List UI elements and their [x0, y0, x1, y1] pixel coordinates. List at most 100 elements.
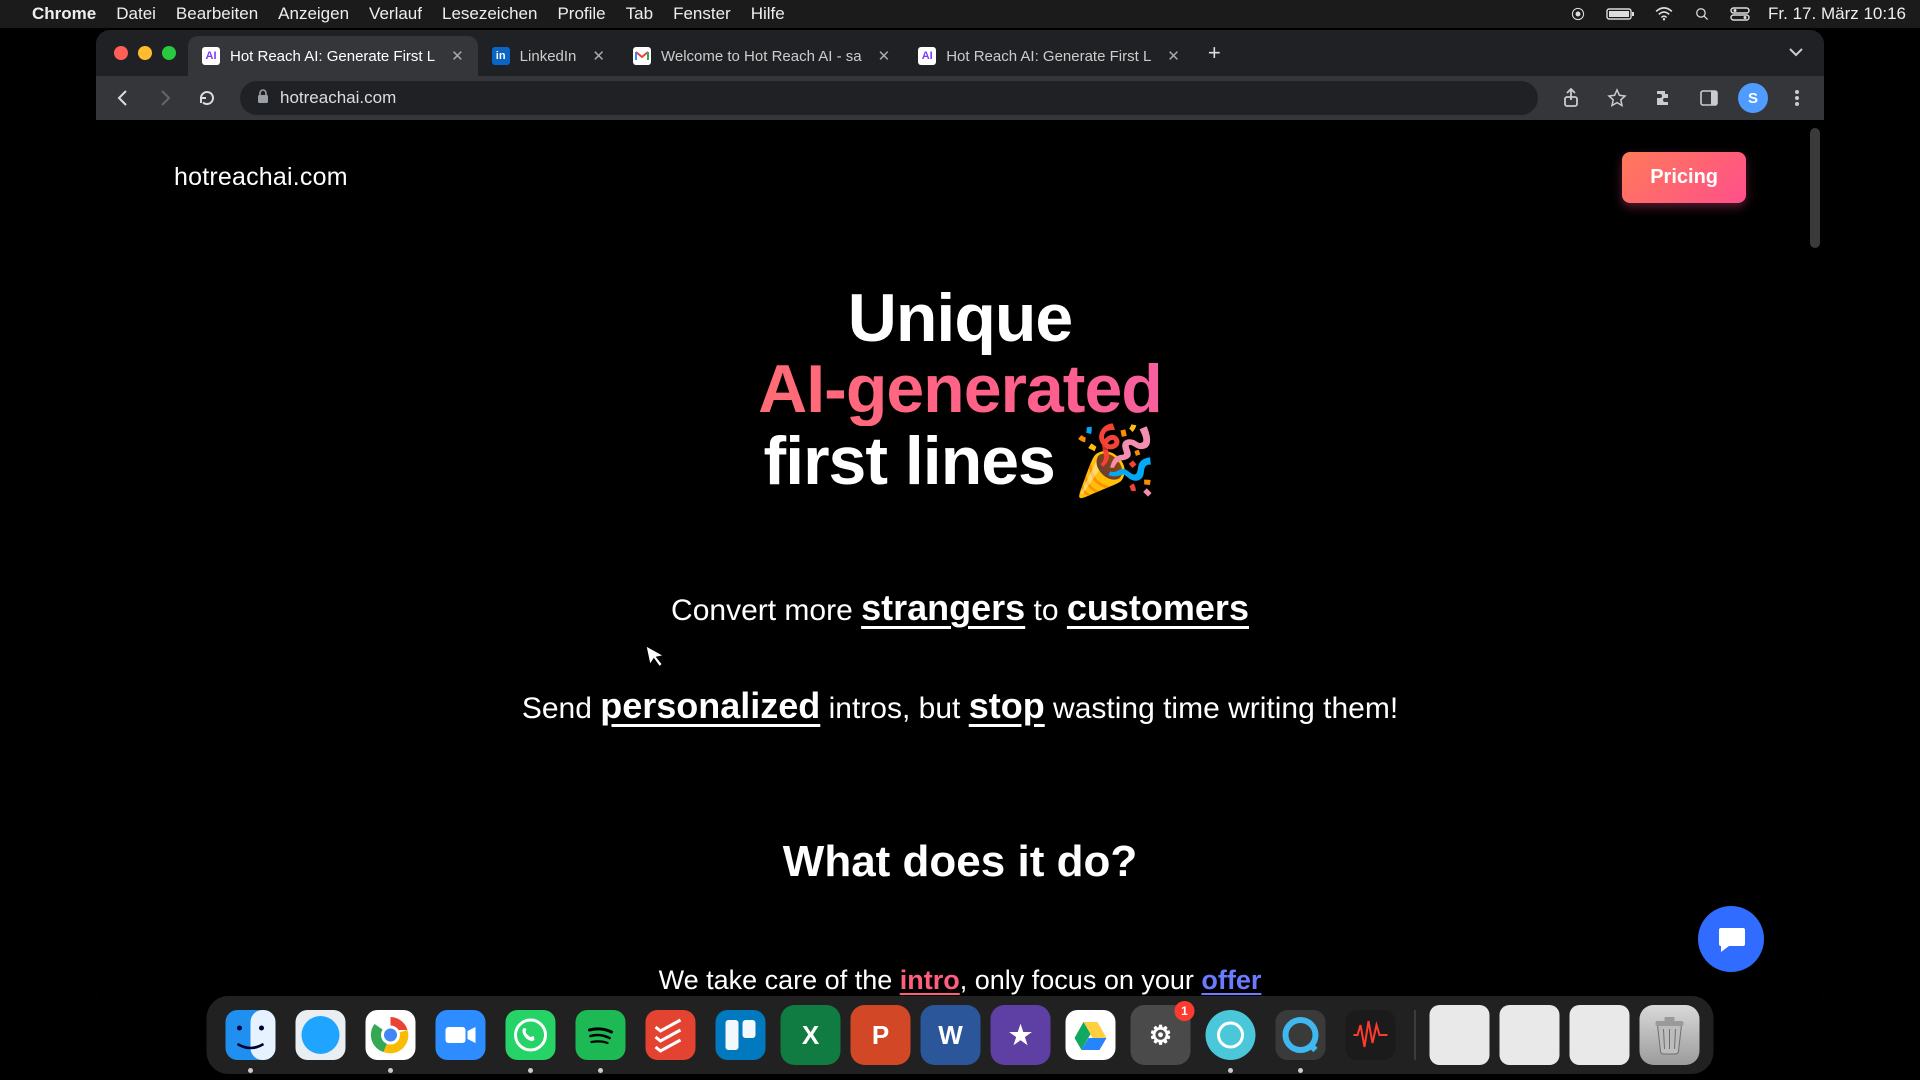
hero-line-1: Unique: [96, 283, 1824, 354]
dock-app-powerpoint[interactable]: P: [851, 1005, 911, 1065]
dock-app-imovie[interactable]: ★: [991, 1005, 1051, 1065]
dock-app-chrome[interactable]: [361, 1005, 421, 1065]
dock-app-spotify[interactable]: [571, 1005, 631, 1065]
browser-tab[interactable]: AI Hot Reach AI: Generate First L ✕: [904, 36, 1194, 76]
dock-app-voicememos[interactable]: [1341, 1005, 1401, 1065]
tab-favicon: AI: [918, 47, 936, 65]
search-icon[interactable]: [1692, 7, 1712, 21]
brand-logo-text[interactable]: hotreachai.com: [174, 163, 348, 192]
trash-icon[interactable]: [1640, 1005, 1700, 1065]
dock-app-word[interactable]: W: [921, 1005, 981, 1065]
running-indicator: [528, 1068, 533, 1073]
menubar-app-name[interactable]: Chrome: [32, 4, 96, 24]
minimize-window-button[interactable]: [138, 46, 152, 60]
share-button[interactable]: [1554, 81, 1588, 115]
menubar-item[interactable]: Fenster: [673, 4, 731, 24]
profile-avatar[interactable]: S: [1738, 83, 1768, 113]
extensions-button[interactable]: [1646, 81, 1680, 115]
close-tab-button[interactable]: ✕: [451, 47, 464, 65]
link-intro[interactable]: intro: [900, 965, 960, 995]
link-offer[interactable]: offer: [1201, 965, 1261, 995]
macos-menubar: Chrome Datei Bearbeiten Anzeigen Verlauf…: [0, 0, 1920, 28]
dock-app-excel[interactable]: X: [781, 1005, 841, 1065]
running-indicator: [1298, 1068, 1303, 1073]
sidepanel-button[interactable]: [1692, 81, 1726, 115]
browser-toolbar: hotreachai.com S: [96, 76, 1824, 120]
macos-dock: XPW★ ⚙1: [207, 996, 1714, 1074]
dock-app-settings[interactable]: ⚙1: [1131, 1005, 1191, 1065]
tabstrip: AI Hot Reach AI: Generate First L ✕ in Linke…: [96, 30, 1824, 76]
dock-minimized-window[interactable]: [1500, 1005, 1560, 1065]
tab-title: Hot Reach AI: Generate First L: [946, 48, 1151, 65]
running-indicator: [1228, 1068, 1233, 1073]
hero-line-3: first lines 🎉: [96, 426, 1824, 497]
mouse-cursor: [645, 641, 669, 676]
close-tab-button[interactable]: ✕: [1167, 47, 1180, 65]
dock-app-app-circle[interactable]: [1201, 1005, 1261, 1065]
dock-app-whatsapp[interactable]: [501, 1005, 561, 1065]
vertical-scrollbar[interactable]: [1810, 128, 1820, 248]
site-header: hotreachai.com Pricing: [96, 120, 1824, 203]
wifi-icon[interactable]: [1654, 7, 1674, 21]
pricing-button[interactable]: Pricing: [1622, 152, 1746, 203]
dock-app-trello[interactable]: [711, 1005, 771, 1065]
chrome-menu-button[interactable]: [1780, 81, 1814, 115]
dock-separator: [1415, 1010, 1416, 1060]
screenrecord-icon[interactable]: [1568, 7, 1588, 21]
back-button[interactable]: [106, 81, 140, 115]
omnibox[interactable]: hotreachai.com: [240, 81, 1538, 115]
menubar-item[interactable]: Lesezeichen: [442, 4, 537, 24]
chrome-window: AI Hot Reach AI: Generate First L ✕ in Linke…: [96, 30, 1824, 1008]
menubar-item[interactable]: Anzeigen: [278, 4, 349, 24]
tab-favicon: in: [492, 47, 510, 65]
battery-icon[interactable]: [1606, 7, 1636, 21]
dock-app-zoom[interactable]: [431, 1005, 491, 1065]
browser-tab[interactable]: Welcome to Hot Reach AI - sa ✕: [619, 36, 904, 76]
lock-icon: [256, 88, 270, 109]
page-viewport: hotreachai.com Pricing Unique AI-generat…: [96, 120, 1824, 1008]
control-center-icon[interactable]: [1730, 7, 1750, 21]
running-indicator: [248, 1068, 253, 1073]
menubar-item[interactable]: Bearbeiten: [176, 4, 258, 24]
reload-button[interactable]: [190, 81, 224, 115]
tab-favicon: [633, 47, 651, 65]
dock-app-todoist[interactable]: [641, 1005, 701, 1065]
new-tab-button[interactable]: +: [1194, 40, 1235, 66]
dock-app-safari[interactable]: [291, 1005, 351, 1065]
menubar-item[interactable]: Datei: [116, 4, 156, 24]
dock-minimized-window[interactable]: [1570, 1005, 1630, 1065]
close-tab-button[interactable]: ✕: [878, 47, 891, 65]
menubar-clock[interactable]: Fr. 17. März 10:16: [1768, 4, 1906, 24]
tab-search-button[interactable]: [1768, 44, 1824, 62]
bookmark-button[interactable]: [1600, 81, 1634, 115]
dock-minimized-window[interactable]: [1430, 1005, 1490, 1065]
forward-button[interactable]: [148, 81, 182, 115]
browser-tab[interactable]: in LinkedIn ✕: [478, 36, 619, 76]
hero-heading: Unique AI-generated first lines 🎉: [96, 283, 1824, 497]
browser-tab[interactable]: AI Hot Reach AI: Generate First L ✕: [188, 36, 478, 76]
url-text: hotreachai.com: [280, 88, 396, 108]
menubar-item[interactable]: Profile: [557, 4, 605, 24]
menubar-item[interactable]: Tab: [626, 4, 653, 24]
menubar-item[interactable]: Hilfe: [751, 4, 785, 24]
subheading-1: Convert more strangers to customers: [96, 587, 1824, 629]
running-indicator: [598, 1068, 603, 1073]
window-controls: [114, 46, 176, 60]
chat-fab[interactable]: [1698, 906, 1764, 972]
hero-line-3-text: first lines: [764, 423, 1073, 499]
running-indicator: [388, 1068, 393, 1073]
fullscreen-window-button[interactable]: [162, 46, 176, 60]
hero-line-2: AI-generated: [96, 354, 1824, 425]
tab-favicon: AI: [202, 47, 220, 65]
close-window-button[interactable]: [114, 46, 128, 60]
menubar-item[interactable]: Verlauf: [369, 4, 422, 24]
tab-title: Welcome to Hot Reach AI - sa: [661, 48, 862, 65]
tab-title: Hot Reach AI: Generate First L: [230, 48, 435, 65]
subheading-2: Send personalized intros, but stop wasti…: [96, 685, 1824, 727]
tab-title: LinkedIn: [520, 48, 577, 65]
dock-app-quicktime[interactable]: [1271, 1005, 1331, 1065]
close-tab-button[interactable]: ✕: [592, 47, 605, 65]
party-popper-emoji: 🎉: [1073, 423, 1157, 499]
dock-app-drive[interactable]: [1061, 1005, 1121, 1065]
dock-app-finder[interactable]: [221, 1005, 281, 1065]
